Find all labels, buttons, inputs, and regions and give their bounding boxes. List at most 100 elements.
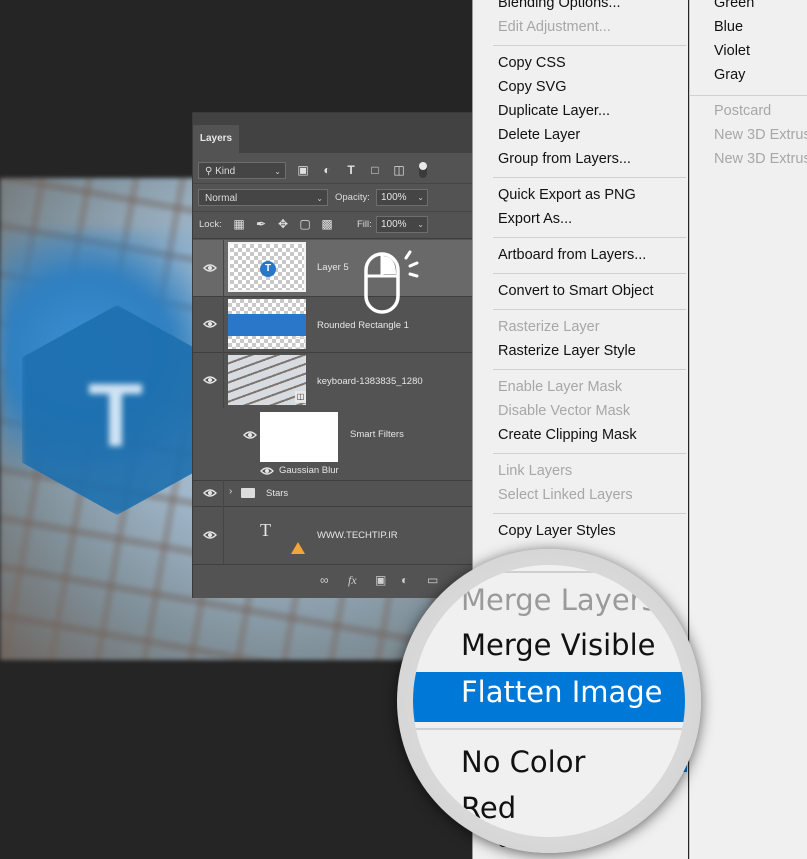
lock-position-icon[interactable]: ✥ — [275, 216, 291, 233]
type-filter-icon[interactable]: T — [343, 162, 359, 179]
menu-item-duplicate-layer[interactable]: Duplicate Layer... — [498, 103, 610, 119]
gaussian-blur-label[interactable]: Gaussian Blur — [279, 465, 339, 476]
layer-row-keyboard[interactable]: ◫ keyboard-1383835_1280 — [193, 352, 476, 408]
row-separator — [223, 506, 224, 564]
smart-object-badge-icon: ◫ — [295, 391, 306, 403]
menu-item-edit-adjustment[interactable]: Edit Adjustment... — [498, 19, 611, 35]
smart-filters-label: Smart Filters — [350, 429, 404, 440]
search-icon: ⚲ — [205, 166, 213, 177]
lock-artboard-icon[interactable]: ▢ — [297, 216, 313, 233]
menu-separator — [493, 45, 686, 46]
menu-item-create-clipping-mask[interactable]: Create Clipping Mask — [498, 427, 637, 443]
mouse-right-click-icon — [364, 250, 419, 314]
menu-item-green[interactable]: Green — [714, 0, 754, 11]
menu-item-no-color[interactable]: No Color — [461, 745, 585, 779]
blend-mode-select[interactable]: Normal ⌄ — [198, 189, 328, 206]
filter-toggle-icon[interactable] — [419, 162, 427, 178]
adjustment-layer-icon[interactable]: ◐ — [401, 573, 408, 587]
menu-separator — [493, 237, 686, 238]
opacity-input[interactable]: 100% ⌄ — [376, 189, 428, 206]
menu-item-delete-layer[interactable]: Delete Layer — [498, 127, 580, 143]
menu-item-blue[interactable]: Blue — [714, 19, 743, 35]
layer-row-layer-5[interactable]: T Layer 5 — [193, 240, 476, 297]
layer-row-rounded-rectangle[interactable]: Rounded Rectangle 1 — [193, 296, 476, 353]
lock-label: Lock: — [199, 219, 222, 230]
lock-transparent-icon[interactable]: ▦ — [231, 216, 247, 233]
menu-item-artboard-from-layers[interactable]: Artboard from Layers... — [498, 247, 646, 263]
eye-icon[interactable] — [260, 466, 274, 476]
chevron-down-icon[interactable]: ⌄ — [417, 190, 424, 205]
eye-icon[interactable] — [203, 375, 217, 385]
menu-item-disable-vector-mask[interactable]: Disable Vector Mask — [498, 403, 630, 419]
link-layers-icon[interactable]: ∞ — [320, 573, 329, 587]
layer-row-stars-group[interactable]: › Stars — [193, 480, 476, 507]
menu-item-flatten-image[interactable]: Flatten Image — [461, 675, 663, 709]
pixel-filter-icon[interactable]: ▣ — [295, 162, 311, 179]
menu-item-quick-export[interactable]: Quick Export as PNG — [498, 187, 636, 203]
menu-separator — [413, 728, 685, 730]
menu-item-new-3d-extrusion[interactable]: New 3D Extrus — [714, 127, 807, 143]
layer-row-text[interactable]: T WWW.TECHTIP.IR — [193, 506, 476, 564]
menu-separator — [493, 513, 686, 514]
panel-footer: ∞ fx ▣ ◐ ▭ — [193, 564, 476, 598]
menu-item-copy-css[interactable]: Copy CSS — [498, 55, 566, 71]
panel-tab-bar: Layers — [193, 113, 476, 153]
color-submenu: Green Blue Violet Gray Postcard New 3D E… — [689, 0, 807, 859]
row-separator — [223, 240, 224, 296]
layer-thumbnail: T — [228, 242, 306, 292]
shape-filter-icon[interactable]: □ — [367, 162, 383, 179]
eye-icon[interactable] — [203, 319, 217, 329]
eye-icon[interactable] — [203, 488, 217, 498]
layer-mask-icon[interactable]: ▣ — [375, 573, 386, 587]
menu-item-new-3d-extrusion-2[interactable]: New 3D Extrus — [714, 151, 807, 167]
blue-logo-icon: T — [260, 261, 276, 277]
eye-icon[interactable] — [203, 530, 217, 540]
menu-item-blending-options[interactable]: Blending Options... — [498, 0, 621, 11]
smart-object-filter-icon[interactable]: ◫ — [391, 162, 407, 179]
menu-item-enable-layer-mask[interactable]: Enable Layer Mask — [498, 379, 622, 395]
fill-input[interactable]: 100% ⌄ — [376, 216, 428, 233]
menu-item-red[interactable]: Red — [461, 791, 516, 825]
tab-layers[interactable]: Layers — [193, 125, 239, 153]
menu-item-copy-svg[interactable]: Copy SVG — [498, 79, 567, 95]
layer-name[interactable]: Stars — [266, 488, 288, 499]
adjustment-filter-icon[interactable]: ◐ — [319, 162, 335, 179]
filter-kind-select[interactable]: ⚲ Kind ⌄ — [198, 162, 286, 179]
smart-filters-row[interactable]: Smart Filters Gaussian Blur — [193, 408, 476, 481]
layer-name[interactable]: keyboard-1383835_1280 — [317, 376, 423, 387]
lock-all-icon[interactable]: ▩ — [319, 216, 335, 233]
menu-item-merge-layers[interactable]: Merge Layers — [461, 583, 657, 617]
layer-name[interactable]: WWW.TECHTIP.IR — [317, 530, 398, 541]
eye-icon[interactable] — [203, 263, 217, 273]
menu-item-rasterize-layer-style[interactable]: Rasterize Layer Style — [498, 343, 636, 359]
opacity-value: 100% — [381, 192, 407, 203]
lock-brush-icon[interactable]: ✒ — [253, 216, 269, 233]
menu-item-group-from-layers[interactable]: Group from Layers... — [498, 151, 631, 167]
folder-icon — [241, 488, 255, 498]
menu-separator — [493, 309, 686, 310]
eye-icon[interactable] — [243, 430, 257, 440]
menu-item-copy-layer-styles[interactable]: Copy Layer Styles — [498, 523, 616, 539]
layers-panel: Layers ⚲ Kind ⌄ ▣ ◐ T □ ◫ Normal ⌄ Opaci… — [192, 112, 477, 598]
filter-row: ⚲ Kind ⌄ ▣ ◐ T □ ◫ — [193, 157, 476, 184]
menu-separator — [493, 369, 686, 370]
chevron-down-icon[interactable]: ⌄ — [417, 217, 424, 232]
new-group-icon[interactable]: ▭ — [427, 573, 438, 587]
fill-value: 100% — [381, 219, 407, 230]
menu-item-rasterize-layer[interactable]: Rasterize Layer — [498, 319, 600, 335]
blend-row: Normal ⌄ Opacity: 100% ⌄ — [193, 185, 476, 212]
fx-icon[interactable]: fx — [348, 573, 357, 588]
chevron-right-icon[interactable]: › — [229, 486, 232, 497]
menu-item-select-linked-layers[interactable]: Select Linked Layers — [498, 487, 633, 503]
layer-name[interactable]: Layer 5 — [317, 262, 349, 273]
layer-name[interactable]: Rounded Rectangle 1 — [317, 320, 409, 331]
menu-item-gray[interactable]: Gray — [714, 67, 745, 83]
menu-item-merge-visible[interactable]: Merge Visible — [461, 628, 655, 662]
menu-separator — [413, 571, 685, 573]
menu-item-link-layers[interactable]: Link Layers — [498, 463, 572, 479]
warning-icon — [291, 542, 305, 554]
menu-item-export-as[interactable]: Export As... — [498, 211, 572, 227]
menu-item-convert-smart-object[interactable]: Convert to Smart Object — [498, 283, 654, 299]
menu-item-violet[interactable]: Violet — [714, 43, 750, 59]
menu-item-postcard[interactable]: Postcard — [714, 103, 771, 119]
